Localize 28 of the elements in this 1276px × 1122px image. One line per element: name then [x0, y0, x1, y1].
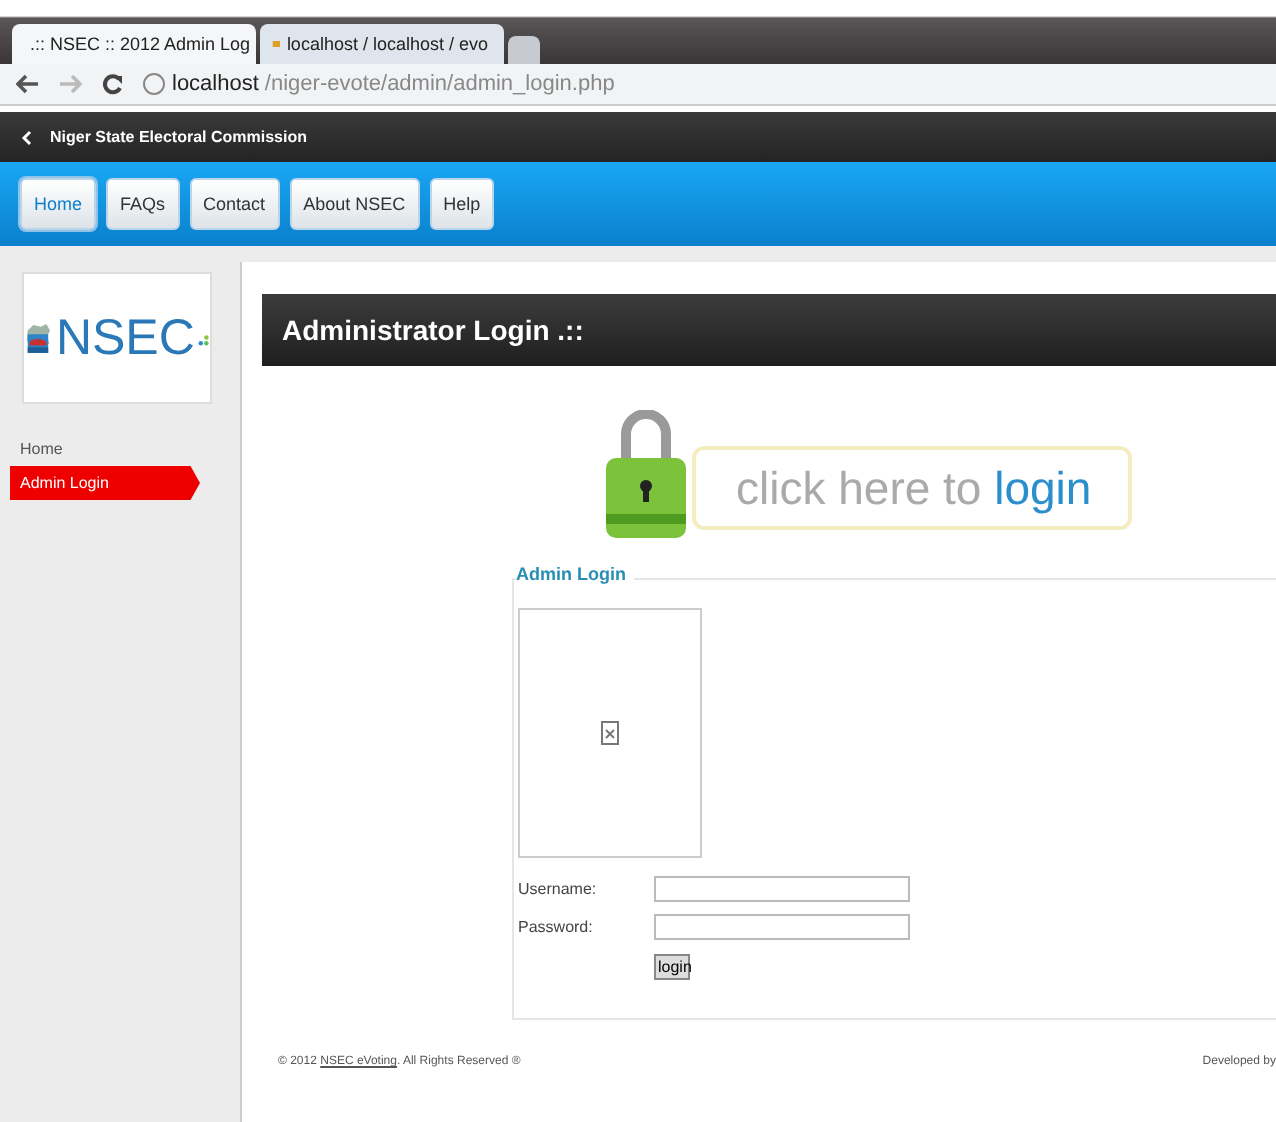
- field-label: Username:: [518, 880, 599, 898]
- chevron-icon: [20, 129, 34, 145]
- broken-image-icon: [600, 720, 620, 746]
- panel-title: Admin Login: [516, 564, 634, 584]
- sidebar-item[interactable]: Admin Login: [10, 466, 200, 500]
- browser-tab[interactable]: .:: NSEC :: 2012 Admin Log: [12, 24, 256, 64]
- login-button[interactable]: login: [654, 954, 690, 980]
- reload-icon: [100, 72, 124, 96]
- nav-button[interactable]: Help: [429, 178, 495, 230]
- field-label: Password:: [518, 918, 595, 936]
- padlock-icon: [602, 410, 690, 542]
- new-tab-button[interactable]: [508, 36, 540, 64]
- page-icon: [142, 72, 166, 96]
- sidebar-item[interactable]: Home: [10, 432, 200, 466]
- nav-button[interactable]: Home: [20, 178, 97, 230]
- logo-text: NSEC: [55, 309, 195, 367]
- page-heading: Administrator Login .::: [262, 294, 1276, 366]
- site-title: Niger State Electoral Commission: [50, 128, 307, 146]
- nav-button[interactable]: FAQs: [106, 178, 180, 230]
- forward-icon: [58, 72, 82, 96]
- nav-button[interactable]: Contact: [189, 178, 280, 230]
- nav-button[interactable]: About NSEC: [289, 178, 420, 230]
- input-field[interactable]: [654, 914, 910, 940]
- login-banner-link[interactable]: click here to login: [692, 446, 1132, 530]
- collapse-button[interactable]: [20, 129, 34, 145]
- input-field[interactable]: [654, 876, 910, 902]
- browser-tab[interactable]: localhost / localhost / evo: [260, 24, 504, 64]
- back-icon: [16, 72, 40, 96]
